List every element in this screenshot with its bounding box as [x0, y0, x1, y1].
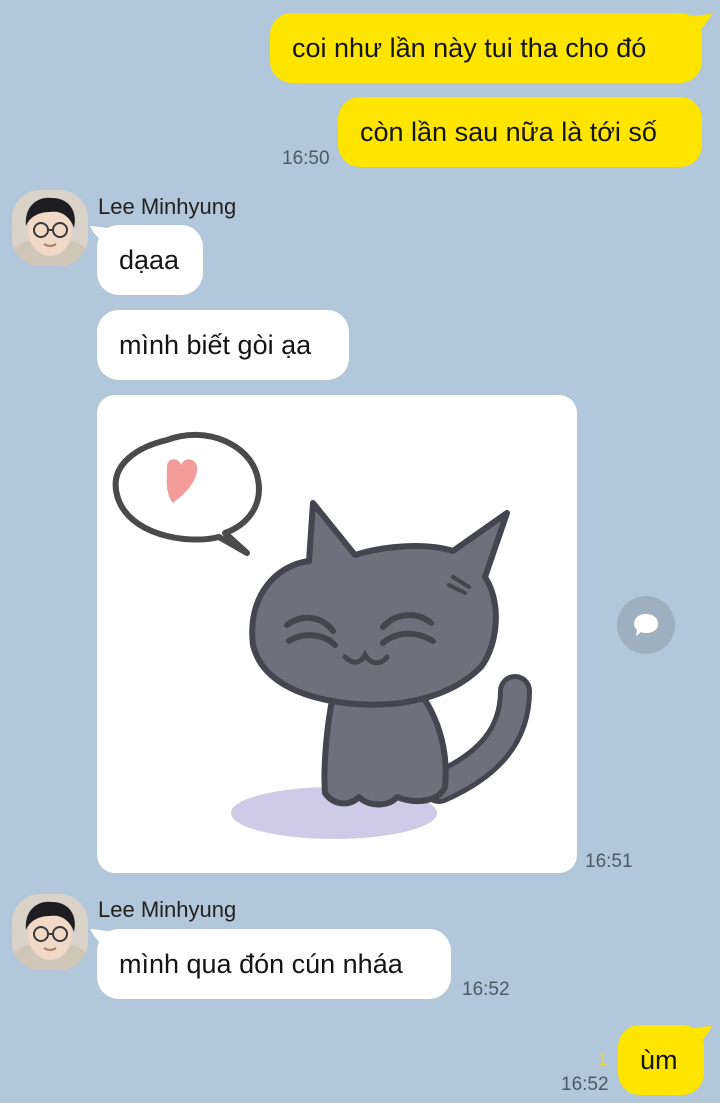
avatar-image	[12, 894, 88, 970]
outgoing-message-bubble[interactable]: coi như lần này tui tha cho đó	[270, 13, 702, 83]
avatar[interactable]	[12, 190, 88, 266]
cat-heart-sticker[interactable]	[97, 395, 577, 873]
sender-name: Lee Minhyung	[98, 194, 237, 219]
avatar[interactable]	[12, 894, 88, 970]
sender-name: Lee Minhyung	[98, 897, 237, 922]
incoming-message-bubble[interactable]: mình qua đón cún nháa	[97, 929, 451, 999]
message-text: mình biết gòi ạa	[119, 329, 312, 360]
message-timestamp: 16:50	[282, 148, 330, 169]
message-timestamp: 16:52	[462, 979, 510, 1000]
outgoing-message-bubble[interactable]: còn lần sau nữa là tới số	[338, 97, 702, 167]
avatar-image	[12, 190, 88, 266]
incoming-message-bubble[interactable]: mình biết gòi ạa	[97, 310, 349, 380]
message-text: coi như lần này tui tha cho đó	[292, 32, 647, 63]
bubble-tail	[692, 1026, 712, 1046]
message-text: ùm	[640, 1044, 678, 1075]
message-text: còn lần sau nữa là tới số	[360, 116, 657, 147]
message-timestamp: 16:51	[585, 851, 633, 872]
share-button[interactable]	[617, 596, 675, 654]
cat-sticker-image	[112, 432, 532, 839]
message-text: mình qua đón cún nháa	[119, 948, 403, 979]
chat-bubble-icon	[634, 614, 658, 636]
unread-count: 1	[598, 1050, 608, 1069]
message-text: dạaa	[119, 244, 180, 275]
incoming-message-bubble[interactable]: dạaa	[97, 225, 203, 295]
bubble-tail	[690, 14, 712, 34]
message-timestamp: 16:52	[561, 1074, 609, 1095]
